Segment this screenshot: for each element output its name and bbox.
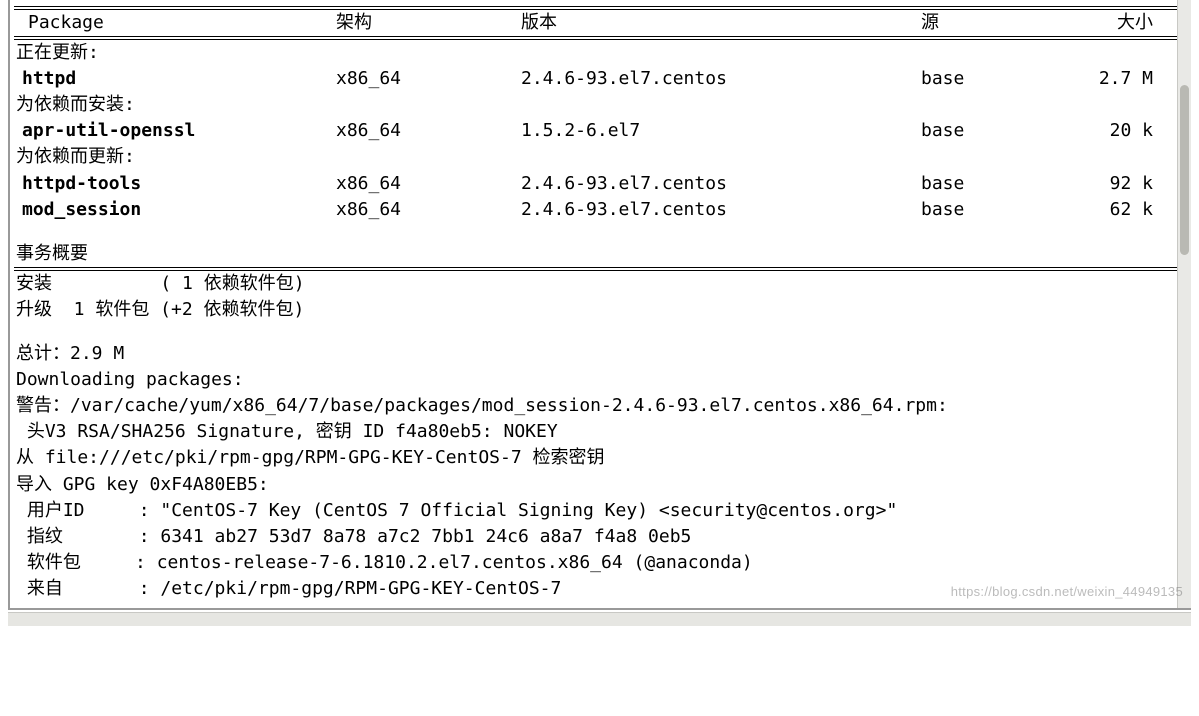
total-line: 总计：2.9 M [10, 341, 1189, 367]
header-arch: 架构 [336, 10, 521, 36]
cell-repo: base [921, 118, 1053, 144]
warning-line: 警告：/var/cache/yum/x86_64/7/base/packages… [10, 393, 1189, 419]
cell-version: 2.4.6-93.el7.centos [521, 197, 921, 223]
cell-package: mod_session [16, 197, 336, 223]
cell-repo: base [921, 197, 1053, 223]
section-install-dep: 为依赖而安装: [10, 92, 1189, 118]
table-row: httpd x86_64 2.4.6-93.el7.centos base 2.… [10, 66, 1189, 92]
watermark-text: https://blog.csdn.net/weixin_44949135 [951, 583, 1183, 602]
cell-size: 20 k [1053, 118, 1163, 144]
cell-repo: base [921, 171, 1053, 197]
cell-package: apr-util-openssl [16, 118, 336, 144]
table-row: mod_session x86_64 2.4.6-93.el7.centos b… [10, 197, 1189, 223]
header-size: 大小 [1053, 10, 1163, 36]
terminal-output: Package 架构 版本 源 大小 正在更新: httpd x86_64 2.… [8, 0, 1191, 610]
summary-upgrade: 升级 1 软件包 (+2 依赖软件包) [10, 297, 1189, 323]
cell-repo: base [921, 66, 1053, 92]
cell-package: httpd-tools [16, 171, 336, 197]
header-version: 版本 [521, 10, 921, 36]
gpg-fingerprint: 指纹 : 6341 ab27 53d7 8a78 a7c2 7bb1 24c6 … [10, 524, 1189, 550]
cell-arch: x86_64 [336, 118, 521, 144]
table-row: apr-util-openssl x86_64 1.5.2-6.el7 base… [10, 118, 1189, 144]
table-header: Package 架构 版本 源 大小 [10, 10, 1189, 36]
cell-size: 2.7 M [1053, 66, 1163, 92]
cell-arch: x86_64 [336, 66, 521, 92]
summary-install: 安装 ( 1 依赖软件包) [10, 271, 1189, 297]
cell-version: 2.4.6-93.el7.centos [521, 171, 921, 197]
import-line: 导入 GPG key 0xF4A80EB5: [10, 472, 1189, 498]
downloading-line: Downloading packages: [10, 367, 1189, 393]
scrollbar-thumb[interactable] [1180, 85, 1189, 255]
cell-package: httpd [16, 66, 336, 92]
cell-version: 2.4.6-93.el7.centos [521, 66, 921, 92]
cell-arch: x86_64 [336, 171, 521, 197]
table-row: httpd-tools x86_64 2.4.6-93.el7.centos b… [10, 171, 1189, 197]
section-update-dep: 为依赖而更新: [10, 144, 1189, 170]
cell-size: 92 k [1053, 171, 1163, 197]
cell-size: 62 k [1053, 197, 1163, 223]
vertical-scrollbar[interactable] [1177, 0, 1191, 608]
retrieve-line: 从 file:///etc/pki/rpm-gpg/RPM-GPG-KEY-Ce… [10, 445, 1189, 471]
section-updating: 正在更新: [10, 40, 1189, 66]
header-repo: 源 [921, 10, 1053, 36]
transaction-summary-title: 事务概要 [10, 241, 1189, 267]
cell-version: 1.5.2-6.el7 [521, 118, 921, 144]
window-bottom-bar [8, 612, 1191, 626]
gpg-userid: 用户ID : "CentOS-7 Key (CentOS 7 Official … [10, 498, 1189, 524]
gpg-package: 软件包 : centos-release-7-6.1810.2.el7.cent… [10, 550, 1189, 576]
signature-line: 头V3 RSA/SHA256 Signature, 密钥 ID f4a80eb5… [10, 419, 1189, 445]
cell-arch: x86_64 [336, 197, 521, 223]
header-package: Package [16, 10, 336, 36]
